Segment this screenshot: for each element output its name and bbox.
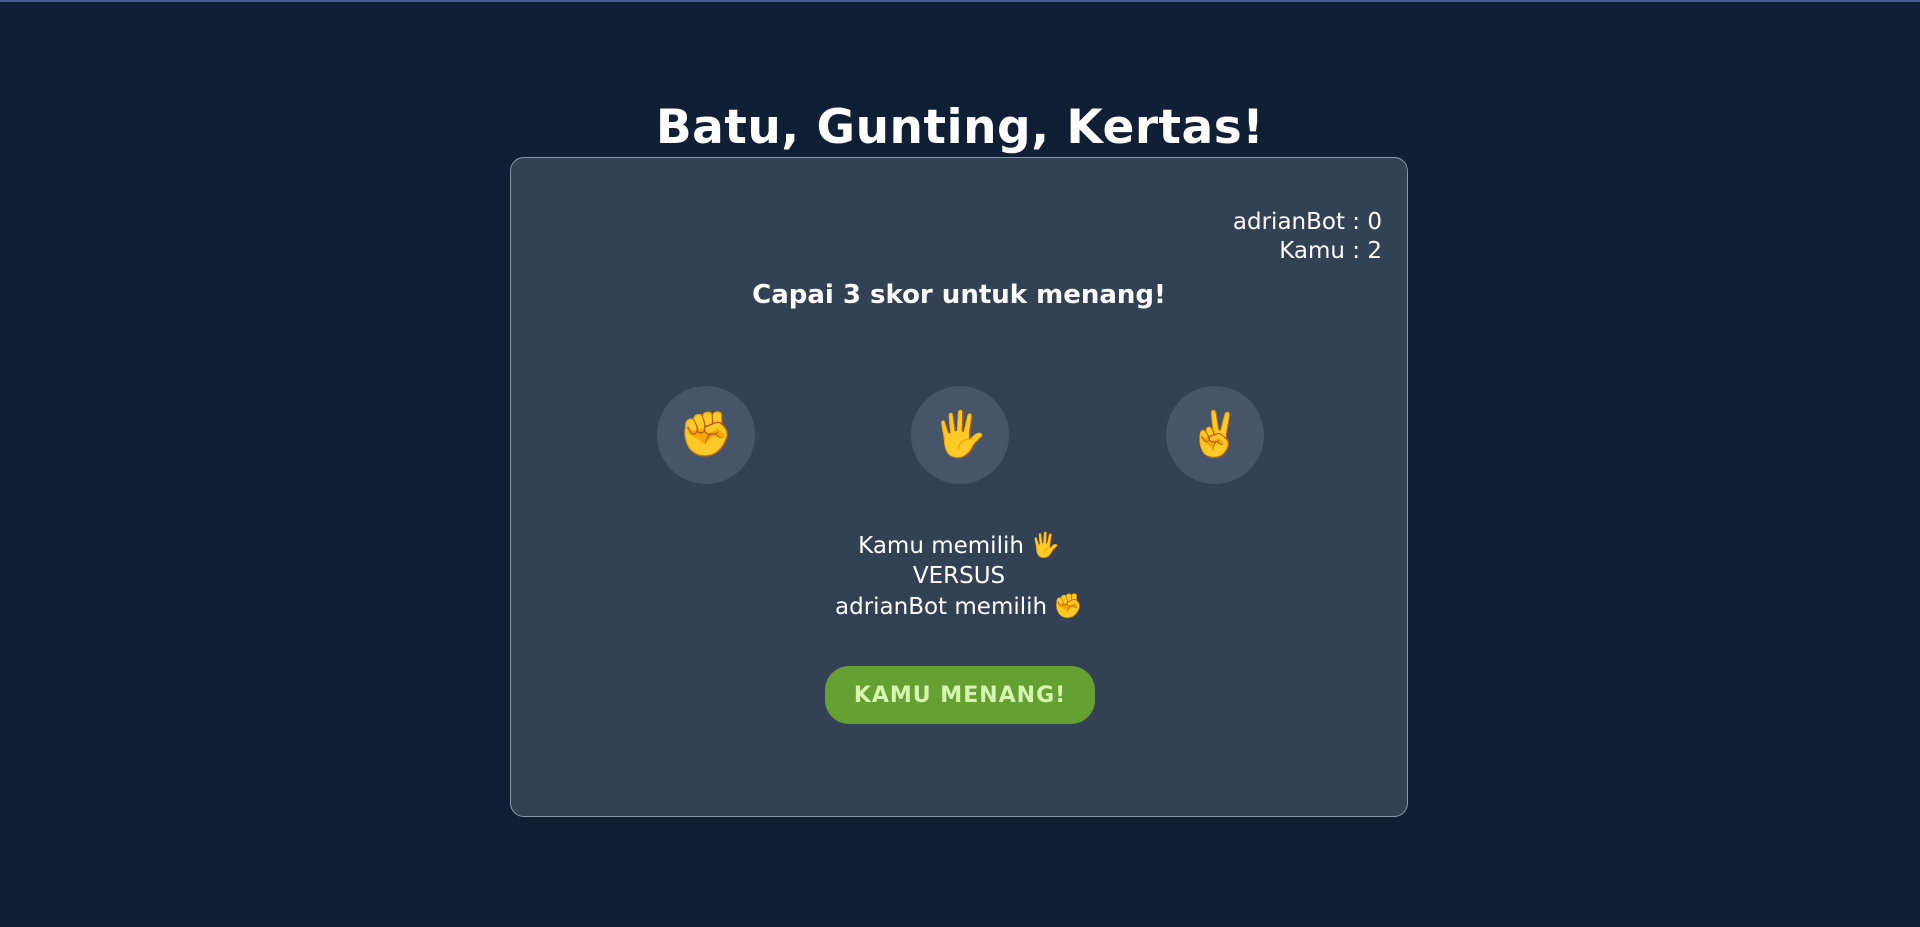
top-accent-line — [0, 0, 1920, 2]
fist-icon: ✊ — [1053, 592, 1083, 620]
hand-icon: 🖐 — [1029, 531, 1060, 559]
player-score: Kamu : 2 — [1279, 238, 1382, 264]
bot-choice-line: adrianBot memilih ✊ — [511, 591, 1407, 622]
scoreboard: adrianBot : 0 Kamu : 2 — [1233, 208, 1382, 266]
player-choice-line: Kamu memilih 🖐 — [511, 530, 1407, 561]
bot-score: adrianBot : 0 — [1232, 209, 1382, 235]
page-title: Batu, Gunting, Kertas! — [655, 100, 1265, 155]
rock-button[interactable]: ✊ — [657, 386, 755, 484]
goal-text: Capai 3 skor untuk menang! — [752, 280, 1166, 310]
bot-choice-text: adrianBot memilih — [835, 594, 1048, 620]
game-card: adrianBot : 0 Kamu : 2 Capai 3 skor untu… — [510, 157, 1408, 817]
outcome-button[interactable]: KAMU MENANG! — [825, 666, 1095, 724]
player-choice-text: Kamu memilih — [858, 533, 1024, 559]
round-result: Kamu memilih 🖐 VERSUS adrianBot memilih ✊ — [511, 530, 1407, 622]
hand-icon: 🖐 — [932, 410, 988, 459]
scissors-button[interactable]: ✌ — [1166, 386, 1264, 484]
fist-icon: ✊ — [678, 410, 734, 459]
victory-hand-icon: ✌ — [1187, 410, 1243, 459]
versus-text: VERSUS — [912, 563, 1006, 589]
paper-button[interactable]: 🖐 — [911, 386, 1009, 484]
